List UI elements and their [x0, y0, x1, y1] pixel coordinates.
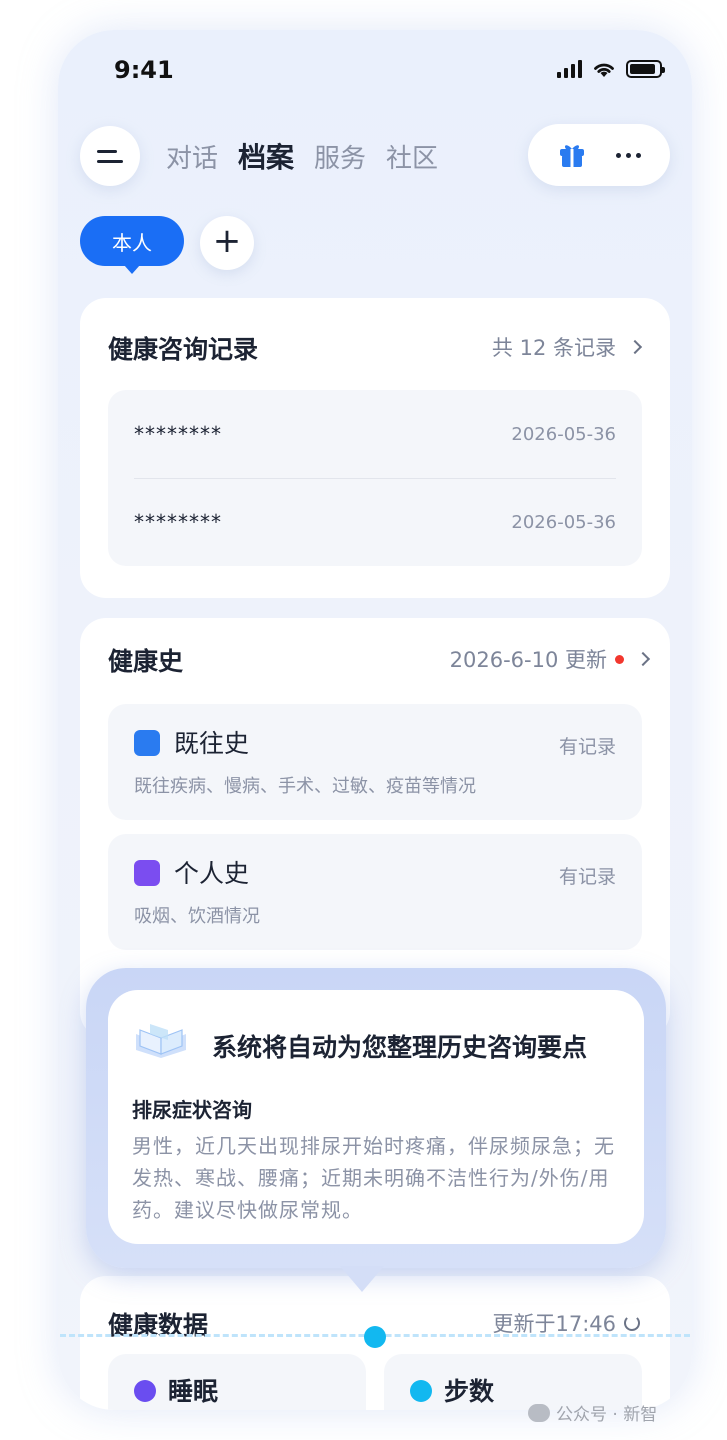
wifi-icon — [594, 63, 614, 77]
popup-body: 男性，近几天出现排尿开始时疼痛，伴尿频尿急；无发热、寒战、腰痛；近期未明确不洁性… — [132, 1134, 615, 1222]
history-item-desc: 既往疾病、慢病、手术、过敏、疫苗等情况 — [134, 776, 476, 797]
consult-records-card: 健康咨询记录 共 12 条记录 ******** 2026-05-36 ****… — [80, 298, 670, 598]
status-icons — [557, 60, 665, 78]
wechat-icon — [528, 1403, 550, 1422]
shoe-icon — [410, 1380, 432, 1402]
watermark-text: 公众号 · 新智 — [556, 1405, 658, 1425]
clock-icon — [134, 730, 160, 756]
chevron-right-icon — [627, 339, 643, 355]
popup-subtitle: 排尿症状咨询 — [132, 1098, 252, 1122]
history-item-name: 既往史 — [174, 729, 250, 758]
consult-record-date: 2026-05-36 — [511, 511, 616, 533]
health-history-updated: 2026-6-10 更新 — [449, 648, 607, 672]
consult-records-summary: 共 12 条记录 — [491, 336, 616, 360]
data-tile-sleep[interactable]: 睡眠 — [108, 1354, 366, 1410]
consult-records-link[interactable]: 共 12 条记录 — [491, 332, 643, 362]
health-history-link[interactable]: 2026-6-10 更新 — [449, 644, 651, 674]
more-icon[interactable] — [616, 152, 642, 158]
consult-record-title: ******** — [134, 510, 222, 534]
popup-heading: 系统将自动为您整理历史咨询要点 — [212, 1033, 588, 1062]
summary-popup-content: 系统将自动为您整理历史咨询要点 排尿症状咨询 男性，近几天出现排尿开始时疼痛，伴… — [108, 990, 644, 1244]
tab-community[interactable]: 社区 — [386, 138, 438, 175]
history-item-past[interactable]: 既往史 有记录 既往疾病、慢病、手术、过敏、疫苗等情况 — [108, 704, 642, 820]
status-time: 9:41 — [114, 56, 174, 84]
watermark: 公众号 · 新智 — [528, 1400, 657, 1425]
tab-profile[interactable]: 档案 — [238, 136, 294, 176]
gift-icon[interactable] — [557, 140, 587, 170]
tab-services[interactable]: 服务 — [314, 138, 366, 175]
unread-dot — [615, 654, 624, 664]
consult-record-title: ******** — [134, 422, 222, 446]
history-item-status: 有记录 — [558, 866, 616, 888]
refresh-icon — [624, 1315, 640, 1331]
consult-record-date: 2026-05-36 — [511, 423, 616, 445]
signal-icon — [557, 60, 582, 78]
data-tile-label: 步数 — [444, 1377, 495, 1406]
top-tabs: 对话 档案 服务 社区 — [166, 136, 438, 176]
popup-pointer — [340, 1266, 384, 1292]
chevron-right-icon — [635, 651, 651, 667]
consult-records-title: 健康咨询记录 — [108, 335, 259, 364]
add-profile-button[interactable]: + — [200, 216, 254, 270]
health-history-title: 健康史 — [108, 647, 184, 676]
menu-icon — [97, 149, 117, 153]
consult-records-list: ******** 2026-05-36 ******** 2026-05-36 — [108, 390, 642, 566]
history-item-name: 个人史 — [174, 859, 250, 888]
menu-button[interactable] — [80, 126, 140, 186]
profile-self-chip[interactable]: 本人 — [80, 216, 184, 274]
action-pill — [528, 124, 670, 186]
moon-icon — [134, 1380, 156, 1402]
history-item-status: 有记录 — [558, 736, 616, 758]
book-icon — [136, 1024, 186, 1058]
history-item-desc: 吸烟、饮酒情况 — [134, 906, 260, 927]
person-icon — [134, 860, 160, 886]
data-tile-label: 睡眠 — [168, 1377, 219, 1406]
list-item[interactable]: ******** 2026-05-36 — [134, 478, 616, 566]
tab-chat[interactable]: 对话 — [166, 138, 218, 175]
battery-icon — [626, 60, 665, 78]
indicator-dot — [364, 1326, 386, 1348]
history-item-personal[interactable]: 个人史 有记录 吸烟、饮酒情况 — [108, 834, 642, 950]
phone-frame: 9:41 对话 档案 服务 社区 本人 + 健康咨询记录 共 12 条记录 **… — [58, 30, 692, 1410]
list-item[interactable]: ******** 2026-05-36 — [134, 390, 616, 478]
